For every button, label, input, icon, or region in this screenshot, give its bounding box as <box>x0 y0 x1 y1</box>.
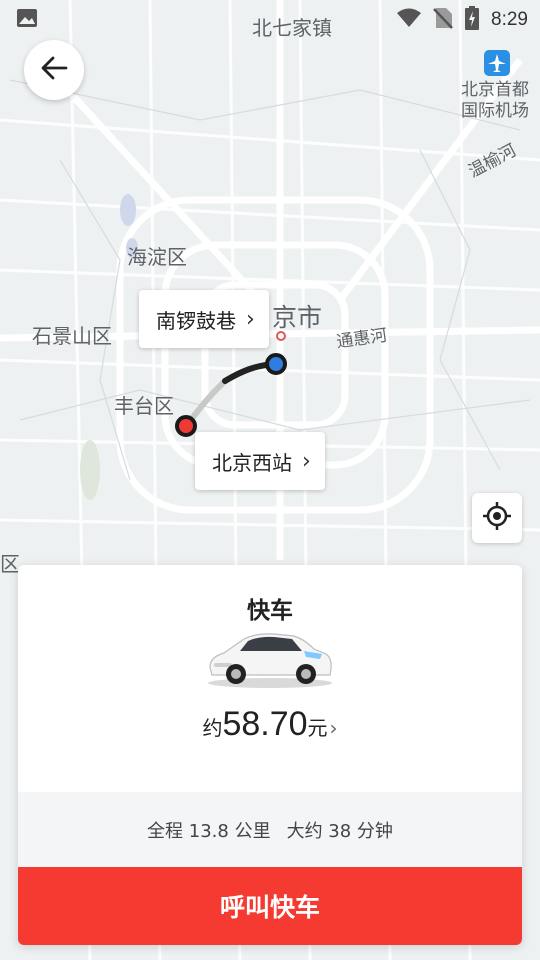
status-bar: 8:29 <box>0 0 540 36</box>
price-amount: 58.70 <box>222 705 308 743</box>
wifi-icon <box>397 8 422 32</box>
no-sim-icon <box>433 7 453 33</box>
destination-name: 南锣鼓巷 <box>156 308 236 333</box>
locate-me-button[interactable] <box>472 493 522 543</box>
ride-type-title: 快车 <box>247 598 293 624</box>
city-center-marker <box>276 331 286 341</box>
trip-info: 全程 13.8 公里 大约 38 分钟 <box>18 792 522 868</box>
image-notification-icon <box>16 8 38 32</box>
clock: 8:29 <box>491 9 528 30</box>
chevron-right-icon: › <box>329 716 338 740</box>
airport-icon <box>484 50 510 80</box>
origin-marker <box>175 415 197 437</box>
chevron-right-icon: › <box>302 448 311 474</box>
price-estimate[interactable]: 约58.70元 › <box>18 705 522 744</box>
ride-estimate-card: 快车 约58.70元 › 全程 13.8 公里 大约 38 分钟 呼叫快车 <box>18 565 522 945</box>
origin-label[interactable]: 北京西站 › <box>195 432 325 490</box>
call-ride-button[interactable]: 呼叫快车 <box>18 867 522 945</box>
arrow-left-icon <box>39 53 69 87</box>
trip-distance: 全程 13.8 公里 <box>147 821 271 842</box>
car-icon <box>204 627 336 693</box>
back-button[interactable] <box>24 40 84 100</box>
chevron-right-icon: › <box>246 306 255 332</box>
battery-charging-icon <box>465 6 480 34</box>
destination-marker <box>265 353 287 375</box>
trip-duration: 大约 38 分钟 <box>286 821 393 842</box>
price-unit: 元 <box>307 716 328 740</box>
price-prefix: 约 <box>202 716 223 740</box>
origin-name: 北京西站 <box>212 450 292 475</box>
crosshair-icon <box>481 500 513 536</box>
destination-label[interactable]: 南锣鼓巷 › <box>139 290 269 348</box>
